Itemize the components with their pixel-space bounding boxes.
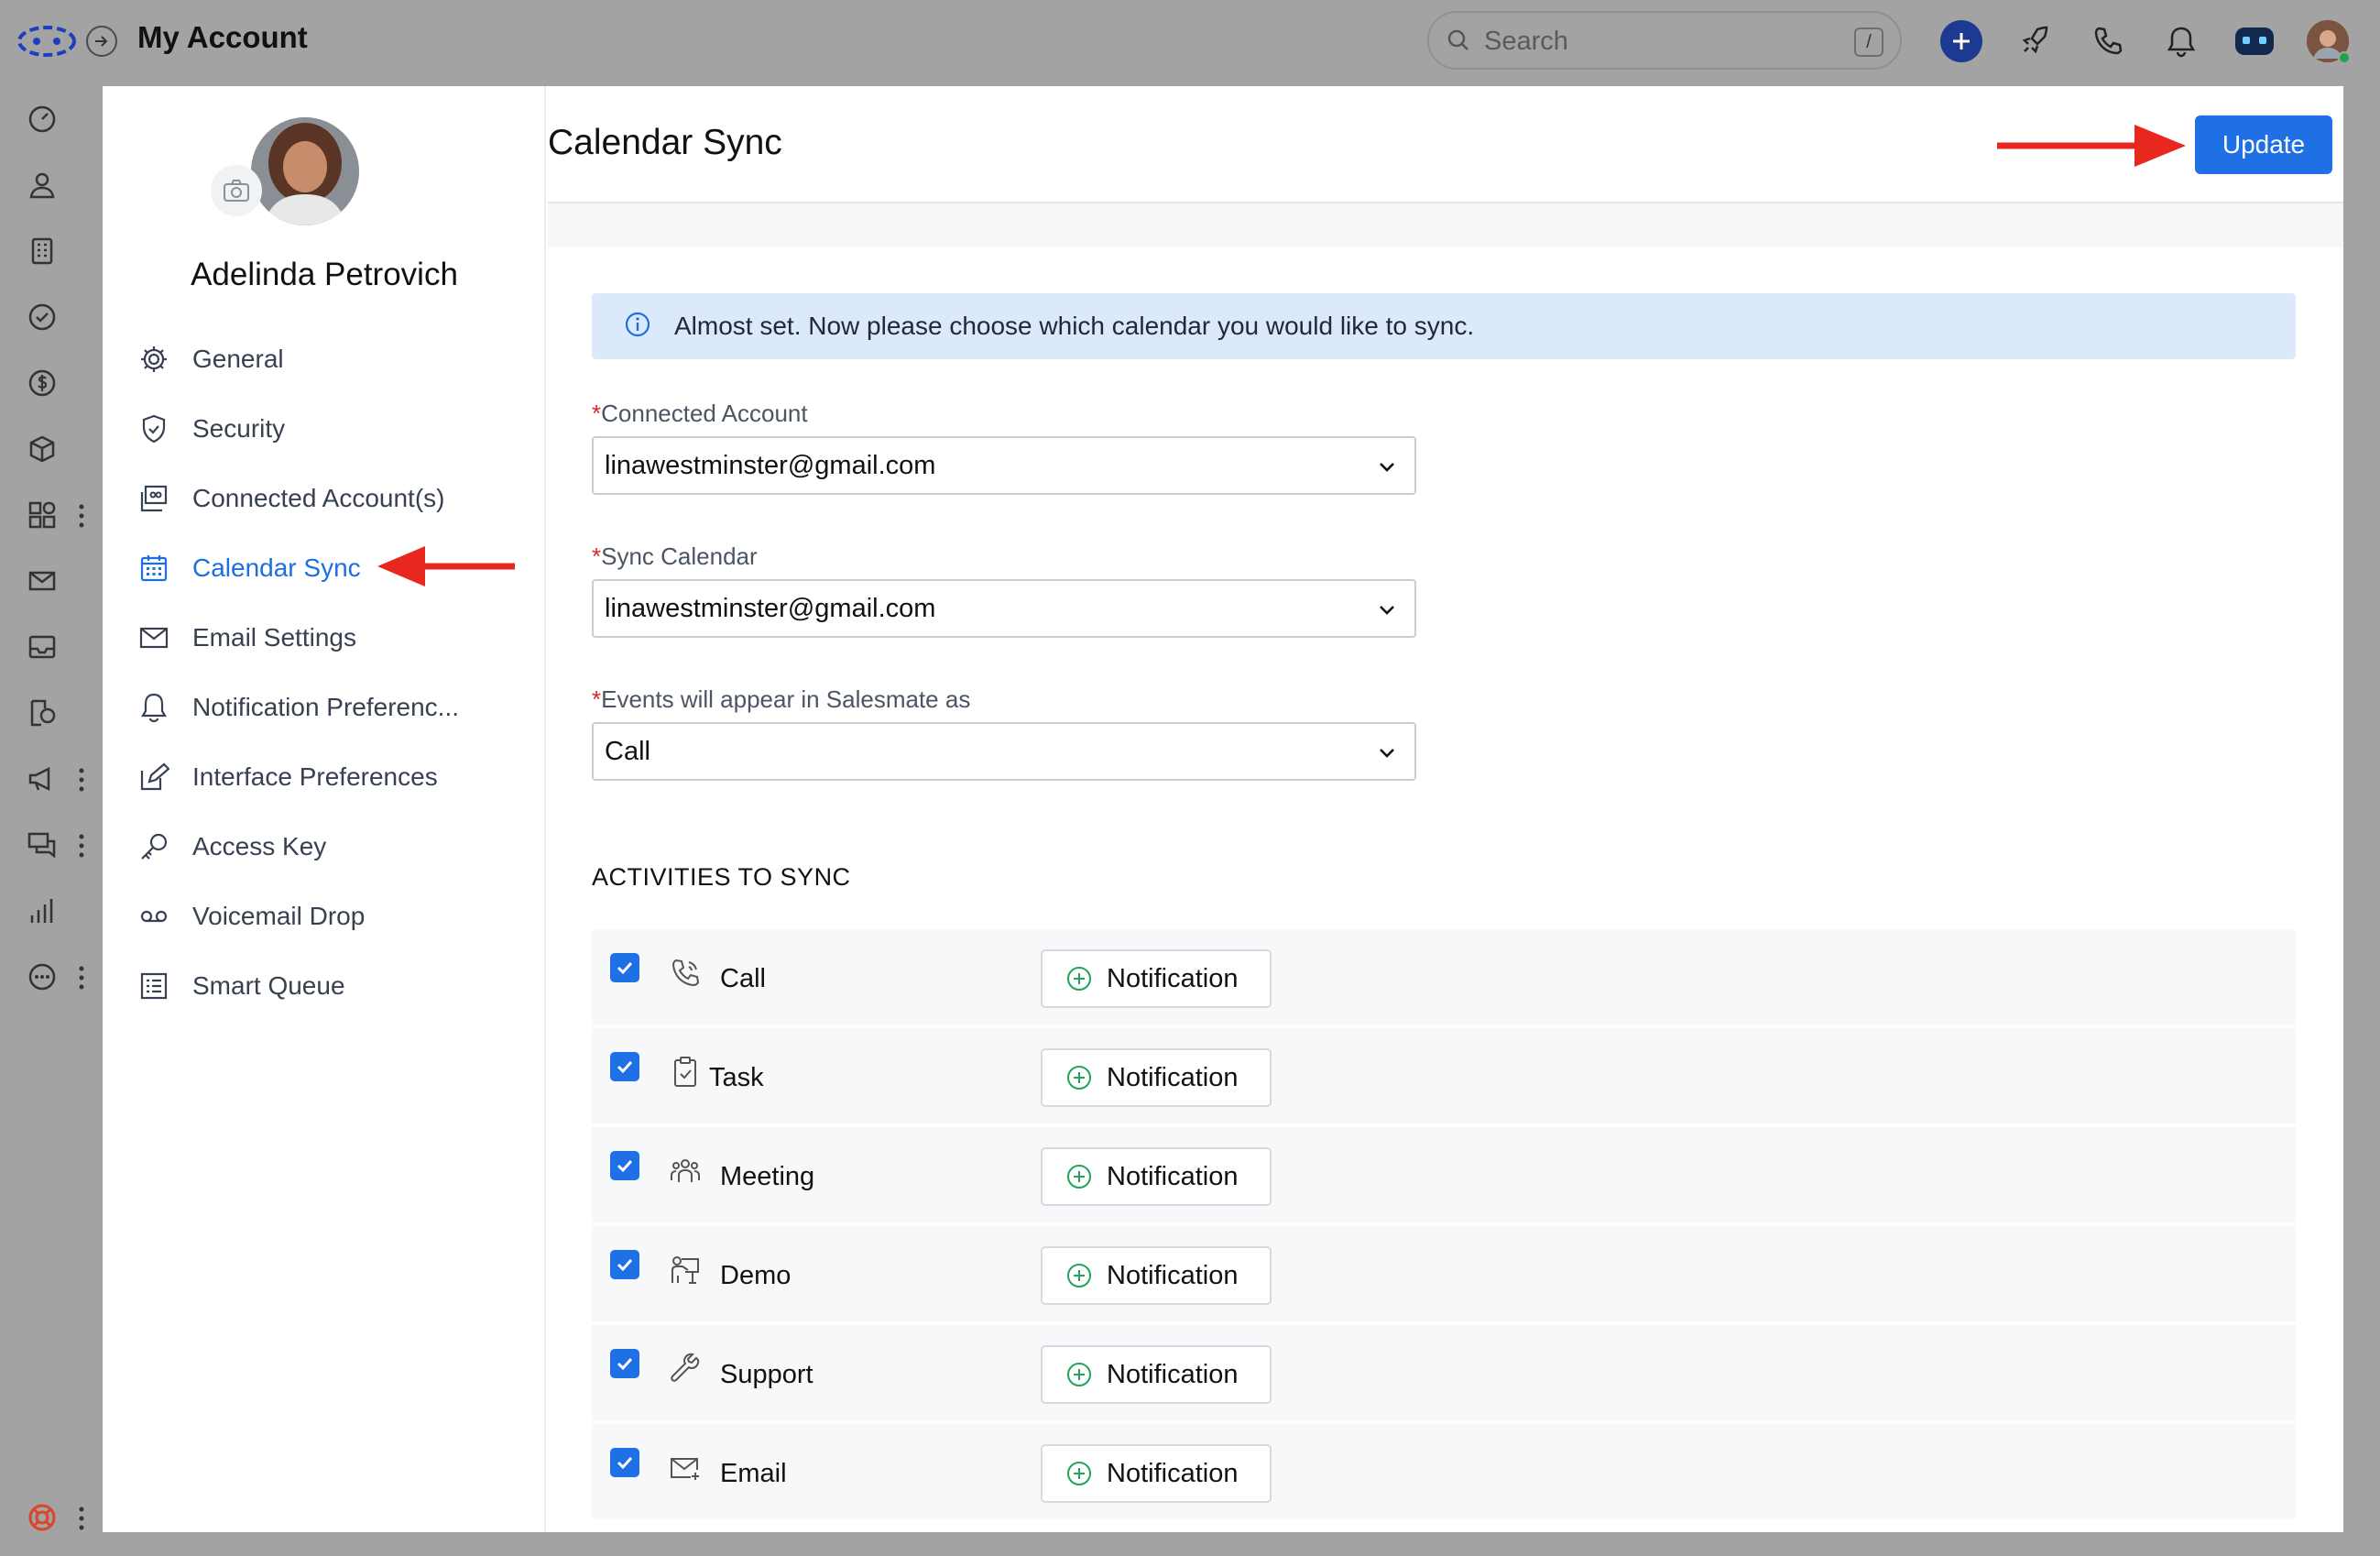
activity-row-task: Task Notification [592, 1028, 2296, 1123]
events-appear-as-select[interactable]: Call [592, 722, 1416, 781]
plus-circle-icon [1067, 967, 1091, 991]
assistant-bot-icon[interactable] [2233, 20, 2276, 62]
online-status-dot [2338, 51, 2351, 64]
wrench-icon [667, 1351, 704, 1387]
activity-name: Support [720, 1360, 813, 1389]
activity-row-demo: Demo Notification [592, 1226, 2296, 1321]
annotation-arrow-left-icon [377, 546, 515, 586]
more-vertical-icon[interactable] [77, 502, 86, 530]
sync-calendar-select[interactable]: linawestminster@gmail.com [592, 579, 1416, 638]
dollar-icon[interactable] [24, 365, 60, 401]
add-notification-button[interactable]: Notification [1041, 949, 1272, 1008]
add-notification-button[interactable]: Notification [1041, 1246, 1272, 1305]
more-vertical-icon[interactable] [77, 964, 86, 992]
activity-checkbox[interactable] [610, 953, 639, 982]
more-circle-icon[interactable] [24, 959, 60, 995]
search-placeholder: Search [1484, 27, 1568, 56]
phone-outline-icon [667, 955, 704, 992]
add-notification-button[interactable]: Notification [1041, 1345, 1272, 1404]
activity-name: Call [720, 964, 766, 993]
page-title: My Account [137, 20, 308, 54]
plus-circle-icon [1067, 1363, 1091, 1386]
top-bar: My Account Search / [0, 0, 2380, 84]
search-input[interactable]: Search / [1427, 11, 1902, 70]
activity-checkbox[interactable] [610, 1448, 639, 1477]
add-notification-button[interactable]: Notification [1041, 1048, 1272, 1107]
plus-circle-icon [1067, 1165, 1091, 1189]
activity-name: Task [709, 1063, 764, 1092]
activity-name: Demo [720, 1261, 792, 1290]
annotation-arrow-right-icon [1997, 125, 2186, 167]
activity-name: Email [720, 1459, 787, 1488]
plus-circle-icon [1067, 1462, 1091, 1485]
arrow-right-circle-icon[interactable] [86, 26, 117, 57]
envelope-plus-icon [667, 1450, 704, 1486]
inbox-icon[interactable] [24, 629, 60, 665]
activity-row-call: Call Notification [592, 929, 2296, 1025]
box-icon[interactable] [24, 431, 60, 467]
add-notification-button[interactable]: Notification [1041, 1444, 1272, 1503]
activities-section-title: ACTIVITIES TO SYNC [592, 863, 851, 891]
check-circle-icon[interactable] [24, 299, 60, 335]
more-vertical-icon[interactable] [77, 766, 86, 794]
avatar[interactable] [2307, 20, 2351, 64]
search-icon [1446, 27, 1471, 58]
plus-circle-icon [1067, 1264, 1091, 1288]
plus-circle-icon[interactable] [1940, 20, 1982, 62]
apps-icon[interactable] [24, 497, 60, 533]
select-value: linawestminster@gmail.com [605, 451, 936, 480]
mail-icon[interactable] [24, 563, 60, 599]
connected-account-label: *Connected Account [592, 400, 808, 427]
activity-row-meeting: Meeting Notification [592, 1127, 2296, 1222]
lifebuoy-icon[interactable] [24, 1499, 60, 1536]
presentation-icon [667, 1252, 704, 1288]
info-banner: Almost set. Now please choose which cale… [592, 293, 2296, 359]
salesmate-logo-icon[interactable] [16, 24, 77, 59]
phone-icon[interactable] [2087, 20, 2129, 62]
activity-checkbox[interactable] [610, 1052, 639, 1081]
chat-icon[interactable] [24, 827, 60, 863]
speedometer-icon[interactable] [24, 101, 60, 137]
activity-checkbox[interactable] [610, 1349, 639, 1378]
search-shortcut-key: / [1854, 27, 1883, 57]
connected-account-select[interactable]: linawestminster@gmail.com [592, 436, 1416, 495]
pipeline-icon[interactable] [24, 695, 60, 731]
building-icon[interactable] [24, 233, 60, 269]
bottom-overlay-strip [103, 1532, 2343, 1556]
app-navigation-rail [0, 84, 103, 1556]
activity-row-email: Email Notification [592, 1424, 2296, 1519]
events-appear-as-label: *Events will appear in Salesmate as [592, 685, 971, 713]
more-vertical-icon[interactable] [77, 832, 86, 860]
chevron-down-icon [1376, 456, 1398, 483]
user-icon[interactable] [24, 167, 60, 203]
activity-checkbox[interactable] [610, 1250, 639, 1279]
sync-calendar-label: *Sync Calendar [592, 542, 758, 570]
info-icon [623, 310, 652, 344]
info-text: Almost set. Now please choose which cale… [674, 312, 1475, 340]
bell-icon[interactable] [2160, 20, 2202, 62]
more-vertical-icon[interactable] [77, 1505, 86, 1532]
activity-name: Meeting [720, 1162, 815, 1191]
clipboard-check-icon [667, 1054, 704, 1090]
add-notification-button[interactable]: Notification [1041, 1147, 1272, 1206]
rocket-icon[interactable] [2014, 20, 2056, 62]
calendar-sync-form: Almost set. Now please choose which cale… [103, 86, 2343, 1532]
select-value: linawestminster@gmail.com [605, 594, 936, 623]
chevron-down-icon [1376, 742, 1398, 769]
activity-row-support: Support Notification [592, 1325, 2296, 1420]
select-value: Call [605, 737, 650, 766]
chevron-down-icon [1376, 599, 1398, 626]
bar-chart-icon[interactable] [24, 893, 60, 929]
people-group-icon [667, 1153, 704, 1189]
plus-circle-icon [1067, 1066, 1091, 1090]
megaphone-icon[interactable] [24, 761, 60, 797]
activity-checkbox[interactable] [610, 1151, 639, 1180]
